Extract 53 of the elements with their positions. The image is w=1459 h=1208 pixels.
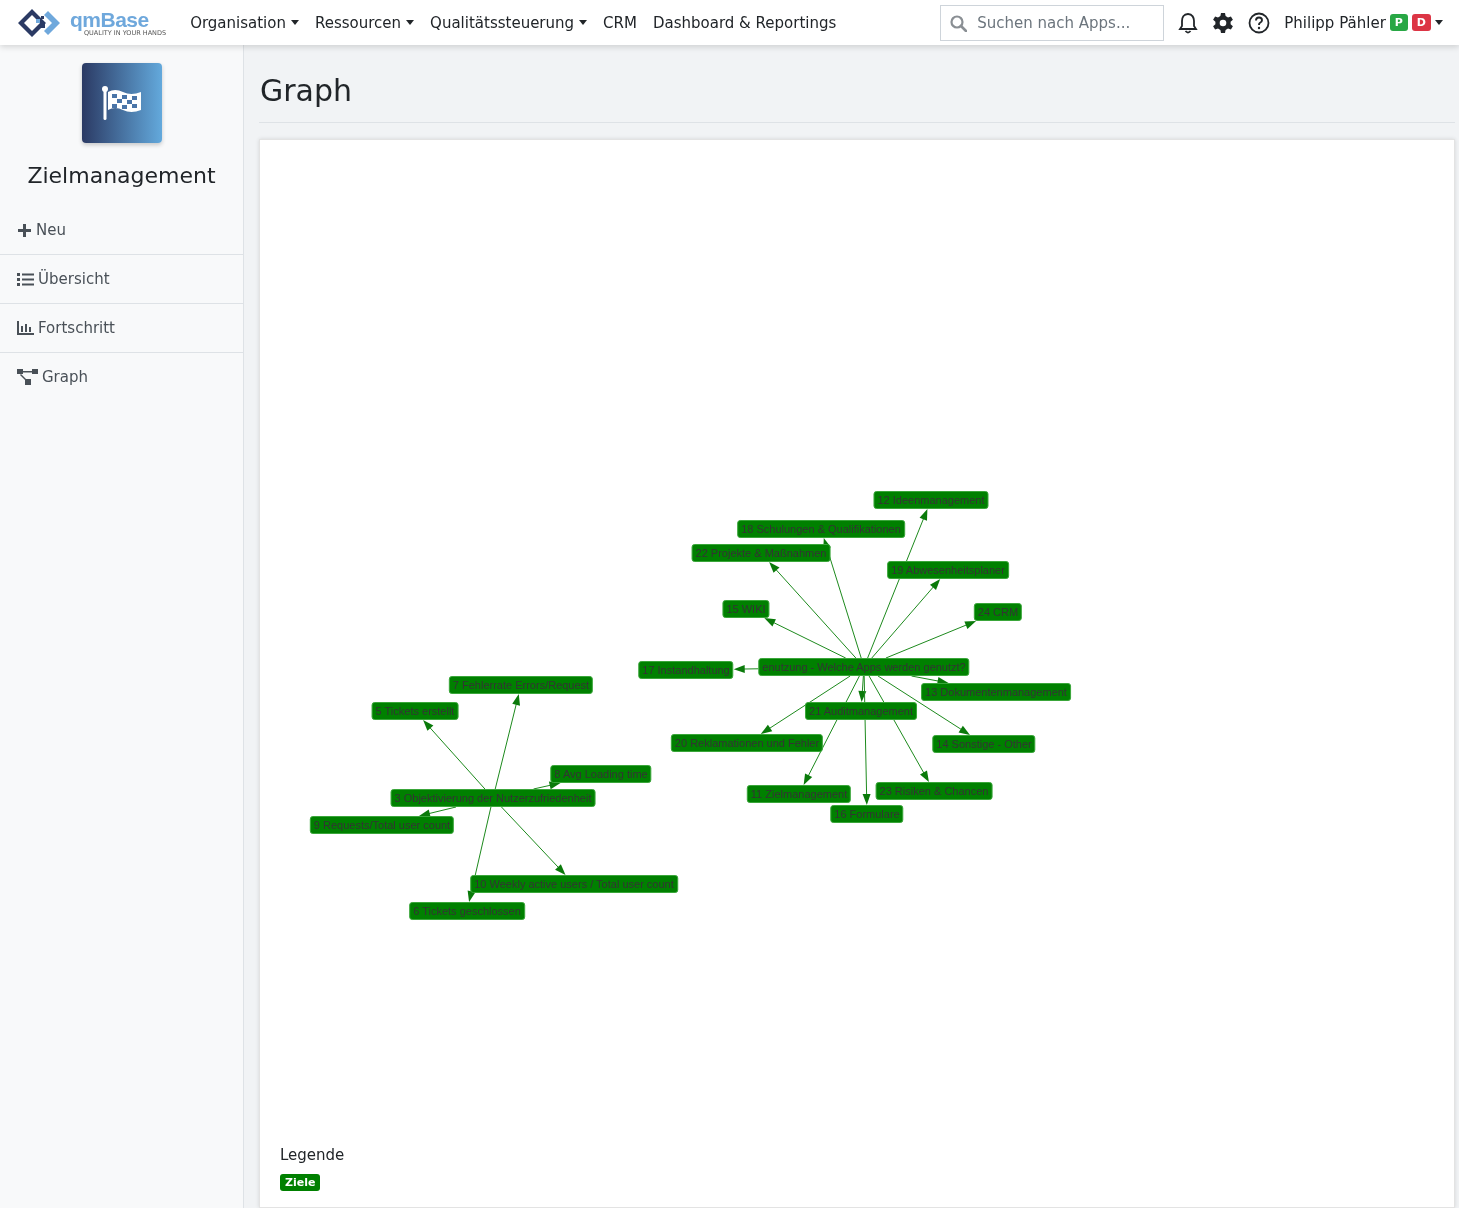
graph-node[interactable]: enutzung - Welche Apps werden genutzt? [758, 658, 970, 676]
sidebar-item[interactable]: Übersicht [0, 255, 243, 304]
help-icon[interactable] [1248, 11, 1271, 34]
graph-node[interactable]: 7 Fehlerrate Errors/Request [448, 676, 594, 694]
plus-icon [17, 222, 32, 238]
menu-item[interactable]: Organisation [190, 13, 299, 32]
arrow [501, 806, 566, 875]
user-name[interactable]: Philipp Pähler [1284, 13, 1386, 32]
legend-badge: Ziele [280, 1174, 321, 1191]
list-icon [17, 272, 34, 286]
graph-node[interactable]: 15 WIKI [722, 600, 770, 618]
graph-node[interactable]: 6 Tickets geschlossen [409, 902, 525, 920]
sidebar-item[interactable]: Neu [0, 206, 243, 255]
menu-item[interactable]: Qualitätssteuerung [430, 13, 588, 32]
graph-node[interactable]: 8 Avg Loading time [550, 765, 652, 783]
graph-node[interactable]: 18 Schulungen & Qualifikationen [737, 520, 905, 538]
graph-node[interactable]: 9 Requests/Total user count [309, 816, 455, 834]
arrow [733, 665, 759, 673]
bell-icon[interactable] [1178, 11, 1199, 34]
graph-node[interactable]: 19 Abwesenheitsplaner [887, 561, 1009, 579]
sidebar-item[interactable]: Fortschritt [0, 304, 243, 353]
graph-node[interactable]: 5 Tickets erstellt [371, 702, 459, 720]
app-title: Zielmanagement [26, 163, 217, 188]
user-badge: D [1411, 14, 1431, 31]
graph-node[interactable]: 16 Formulare [830, 805, 904, 823]
graph-node[interactable]: 12 Ideenmanagement [873, 491, 989, 509]
search-field[interactable]: Suchen nach Apps... [940, 4, 1165, 41]
arrow [419, 806, 457, 818]
graph-node[interactable]: 24 CRM [973, 603, 1023, 621]
graph-node[interactable]: 23 Risiken & Chancen [875, 782, 993, 800]
flag-icon [100, 85, 143, 121]
bar-chart-icon [17, 321, 34, 335]
logo-name: qmBase [70, 8, 149, 30]
graph-node[interactable]: 11 Zielmanagement [746, 785, 852, 803]
menu-item[interactable]: Dashboard & Reportings [652, 13, 837, 32]
menu-item[interactable]: CRM [603, 13, 637, 32]
graph-node[interactable]: 10 Weekly active users / Total user count [470, 875, 678, 893]
legend-title: Legende [280, 1146, 345, 1164]
graph-icon [17, 369, 38, 385]
graph-node[interactable]: 3 Objektivierung der Nutzerzufriedenheit [390, 789, 596, 807]
graph-node[interactable]: 13 Dokumentenmanagement [921, 683, 1071, 701]
graph-node[interactable]: 14 Sonstige - Other [932, 735, 1036, 753]
arrow [423, 720, 486, 790]
graph-node[interactable]: 20 Reklamationen und Fehler [670, 734, 824, 752]
graph-node[interactable]: 21 Auditmanagement [805, 702, 917, 720]
graph-node[interactable]: 17 Instandhaltung [638, 661, 734, 679]
page-title: Graph [259, 73, 354, 108]
graph-node[interactable]: 22 Projekte & Maßnahmen [691, 544, 831, 562]
user-badge: P [1389, 14, 1408, 31]
caret-icon[interactable] [1435, 20, 1443, 25]
settings-icon[interactable] [1212, 11, 1235, 34]
menu-item[interactable]: Ressourcen [314, 13, 415, 32]
sidebar-item[interactable]: Graph [0, 353, 243, 401]
